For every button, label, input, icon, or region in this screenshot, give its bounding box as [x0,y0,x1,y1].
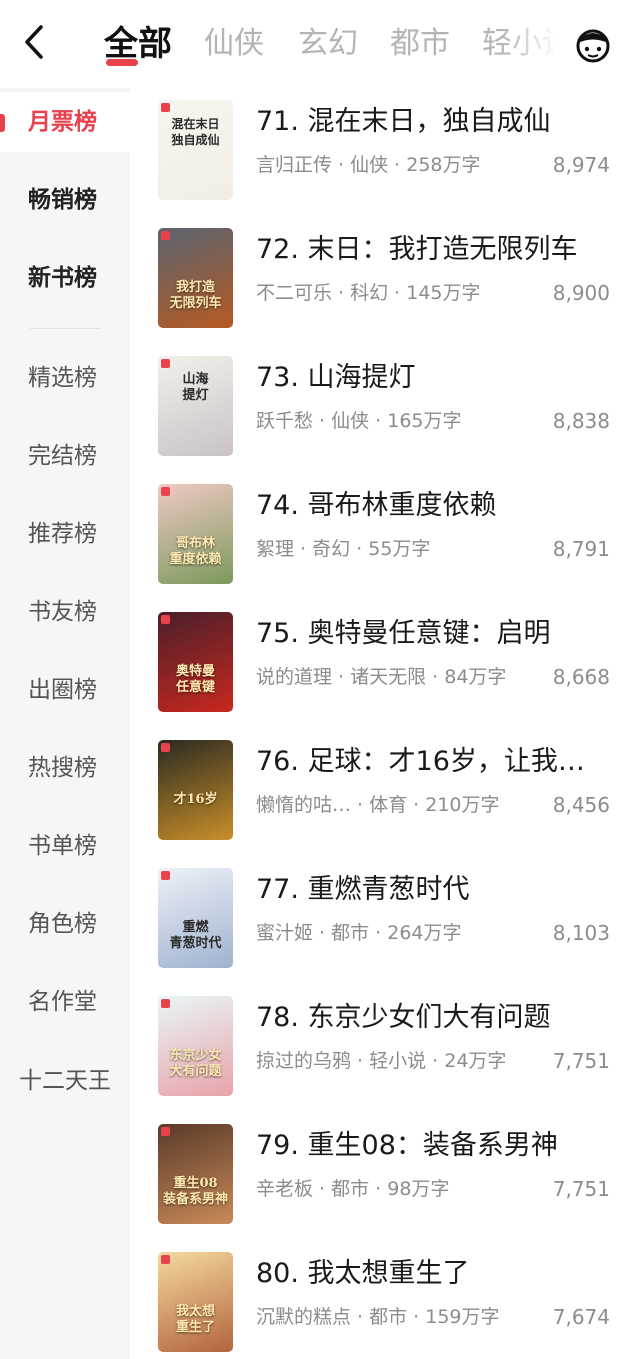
book-meta: 言归正传 · 仙侠 · 258万字 [256,154,481,176]
ranking-list: 混在末日 独自成仙 71. 混在末日，独自成仙言归正传 · 仙侠 · 258万字 8… [130,88,640,1359]
chevron-left-icon [22,24,46,64]
book-cover[interactable]: 我打造 无限列车 [158,228,233,328]
avatar-button[interactable] [562,18,624,74]
book-cover[interactable]: 哥布林 重度依赖 [158,484,233,584]
sidebar-item-0[interactable]: 月票榜 [0,92,130,152]
book-meta: 蜜汁姬 · 都市 · 264万字 [256,922,462,944]
publisher-badge-icon [161,615,170,624]
cover-title-text: 我太想 重生了 [175,1304,215,1335]
monthly-ticket-count: 7,674 [552,1305,610,1329]
sidebar-divider [30,328,100,329]
publisher-badge-icon [161,231,170,240]
monthly-ticket-count: 8,668 [552,665,610,689]
cover-title-text: 奥特曼 任意键 [175,664,215,695]
sidebar-item-3[interactable]: 精选榜 [0,348,130,408]
category-tabs: 全部仙侠玄幻都市轻小说 [104,18,554,74]
monthly-ticket-count: 8,103 [552,921,610,945]
book-cover[interactable]: 才16岁 [158,740,233,840]
book-row[interactable]: 山海 提灯 73. 山海提灯跃千愁 · 仙侠 · 165万字 8,838 [130,348,640,476]
book-title[interactable]: 78. 东京少女们大有问题 [256,998,616,1038]
book-title[interactable]: 75. 奥特曼任意键：启明 [256,614,616,654]
sidebar-item-7[interactable]: 出圈榜 [0,660,130,720]
sidebar-item-8[interactable]: 热搜榜 [0,738,130,798]
book-row[interactable]: 混在末日 独自成仙 71. 混在末日，独自成仙言归正传 · 仙侠 · 258万字 8… [130,92,640,220]
book-title[interactable]: 80. 我太想重生了 [256,1254,616,1294]
book-cover[interactable]: 混在末日 独自成仙 [158,100,233,200]
book-row[interactable]: 重生08 装备系男神 79. 重生08：装备系男神辛老板 · 都市 · 98万字 7… [130,1116,640,1244]
book-cover[interactable]: 重燃 青葱时代 [158,868,233,968]
publisher-badge-icon [161,1127,170,1136]
tabs-fade [500,18,560,74]
book-row[interactable]: 我打造 无限列车 72. 末日：我打造无限列车不二可乐 · 科幻 · 145万字 8… [130,220,640,348]
monthly-ticket-count: 8,456 [552,793,610,817]
monthly-ticket-count: 8,900 [552,281,610,305]
cover-title-text: 东京少女 大有问题 [169,1048,222,1079]
book-meta: 絮理 · 奇幻 · 55万字 [256,538,431,560]
monthly-ticket-count: 8,838 [552,409,610,433]
monthly-ticket-count: 8,974 [552,153,610,177]
back-button[interactable] [14,22,54,66]
ranking-sidebar: 月票榜畅销榜新书榜精选榜完结榜推荐榜书友榜出圈榜热搜榜书单榜角色榜名作堂十二天王 [0,88,130,1359]
sidebar-item-6[interactable]: 书友榜 [0,582,130,642]
cover-title-text: 我打造 无限列车 [169,280,222,311]
sidebar-item-10[interactable]: 角色榜 [0,894,130,954]
book-row[interactable]: 重燃 青葱时代 77. 重燃青葱时代蜜汁姬 · 都市 · 264万字 8,103 [130,860,640,988]
book-meta: 沉默的糕点 · 都市 · 159万字 [256,1306,500,1328]
book-title[interactable]: 74. 哥布林重度依赖 [256,486,616,526]
cover-title-text: 才16岁 [173,792,218,807]
book-title[interactable]: 77. 重燃青葱时代 [256,870,616,910]
sidebar-item-1[interactable]: 畅销榜 [0,170,130,230]
tab-1[interactable]: 仙侠 [204,18,264,74]
tab-3[interactable]: 都市 [390,18,450,74]
cover-title-text: 哥布林 重度依赖 [169,536,222,567]
publisher-badge-icon [161,743,170,752]
sidebar-item-11[interactable]: 名作堂 [0,972,130,1032]
book-cover[interactable]: 东京少女 大有问题 [158,996,233,1096]
book-cover[interactable]: 奥特曼 任意键 [158,612,233,712]
publisher-badge-icon [161,1255,170,1264]
book-meta: 跃千愁 · 仙侠 · 165万字 [256,410,462,432]
reader-avatar-icon [571,22,615,70]
cover-title-text: 山海 提灯 [182,372,209,403]
publisher-badge-icon [161,487,170,496]
book-title[interactable]: 72. 末日：我打造无限列车 [256,230,616,270]
book-title[interactable]: 79. 重生08：装备系男神 [256,1126,616,1166]
sidebar-item-12[interactable]: 十二天王 [0,1051,130,1111]
sidebar-item-5[interactable]: 推荐榜 [0,504,130,564]
cover-title-text: 重生08 装备系男神 [162,1176,228,1207]
monthly-ticket-count: 7,751 [552,1049,610,1073]
sidebar-item-4[interactable]: 完结榜 [0,426,130,486]
book-title[interactable]: 73. 山海提灯 [256,358,616,398]
publisher-badge-icon [161,999,170,1008]
book-row[interactable]: 我太想 重生了 80. 我太想重生了沉默的糕点 · 都市 · 159万字 7,674 [130,1244,640,1359]
book-cover[interactable]: 我太想 重生了 [158,1252,233,1352]
book-title[interactable]: 71. 混在末日，独自成仙 [256,102,616,142]
publisher-badge-icon [161,359,170,368]
book-meta: 懒惰的咕… · 体育 · 210万字 [256,794,500,816]
book-row[interactable]: 东京少女 大有问题 78. 东京少女们大有问题掠过的乌鸦 · 轻小说 · 24万字… [130,988,640,1116]
book-meta: 掠过的乌鸦 · 轻小说 · 24万字 [256,1050,507,1072]
book-row[interactable]: 才16岁 76. 足球：才16岁，让我… 懒惰的咕… · 体育 · 210万字 8,4… [130,732,640,860]
sidebar-item-9[interactable]: 书单榜 [0,816,130,876]
cover-title-text: 混在末日 独自成仙 [171,117,220,147]
tab-0[interactable]: 全部 [104,18,172,74]
book-meta: 不二可乐 · 科幻 · 145万字 [256,282,481,304]
top-bar: 全部仙侠玄幻都市轻小说 [0,0,640,92]
cover-title-text: 重燃 青葱时代 [169,920,222,951]
monthly-ticket-count: 8,791 [552,537,610,561]
book-row[interactable]: 奥特曼 任意键 75. 奥特曼任意键：启明说的道理 · 诸天无限 · 84万字 8,… [130,604,640,732]
book-cover[interactable]: 重生08 装备系男神 [158,1124,233,1224]
sidebar-item-2[interactable]: 新书榜 [0,248,130,308]
monthly-ticket-count: 7,751 [552,1177,610,1201]
book-meta: 辛老板 · 都市 · 98万字 [256,1178,450,1200]
book-cover[interactable]: 山海 提灯 [158,356,233,456]
publisher-badge-icon [161,871,170,880]
tab-2[interactable]: 玄幻 [298,18,358,74]
book-meta: 说的道理 · 诸天无限 · 84万字 [256,666,507,688]
book-title[interactable]: 76. 足球：才16岁，让我… [256,742,616,782]
publisher-badge-icon [161,103,170,112]
book-row[interactable]: 哥布林 重度依赖 74. 哥布林重度依赖絮理 · 奇幻 · 55万字 8,791 [130,476,640,604]
